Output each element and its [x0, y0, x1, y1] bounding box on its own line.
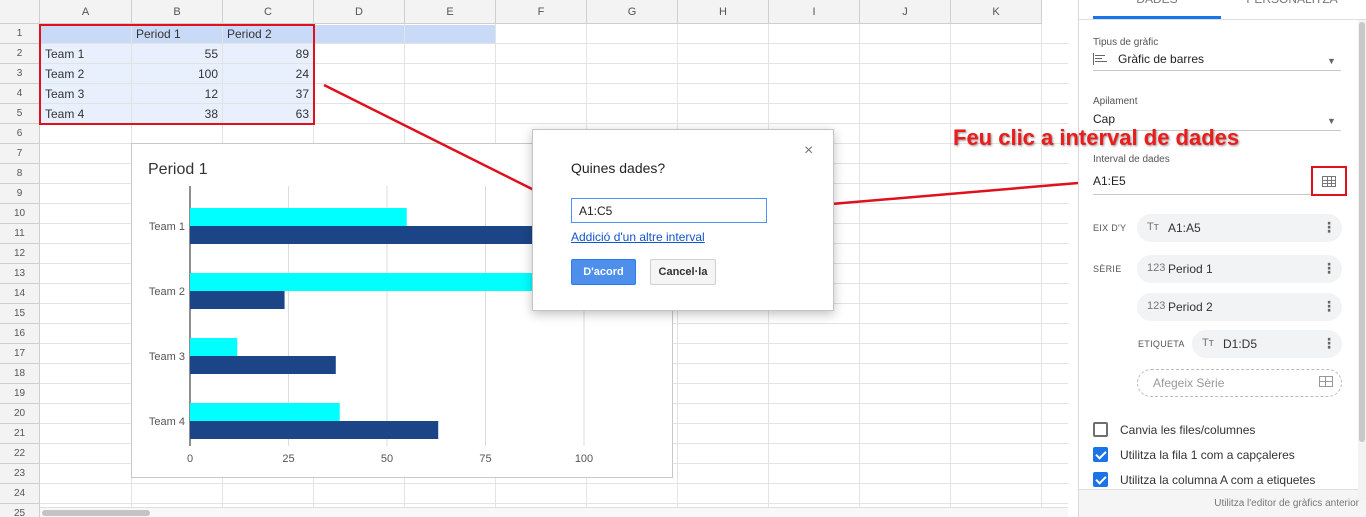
series-pill-2[interactable]: 123 Period 2 ⋮ [1137, 293, 1342, 321]
switch-rows-columns-checkbox[interactable] [1093, 422, 1108, 437]
panel-footer: Utilitza l'editor de gràfics anterior [1079, 489, 1366, 517]
use-row1-headers-label: Utilitza la fila 1 com a capçaleres [1120, 448, 1295, 462]
arrow-range-to-dialog [323, 83, 571, 209]
stacking-label: Apilament [1093, 96, 1138, 107]
switch-rows-columns-label: Canvia les files/columnes [1120, 423, 1256, 437]
series-2-value: Period 2 [1168, 300, 1213, 314]
bar-chart-icon [1093, 53, 1107, 65]
label-value: D1:D5 [1223, 337, 1258, 351]
more-options-icon[interactable]: ⋮ [1322, 219, 1336, 236]
label-pill[interactable]: Tт D1:D5 ⋮ [1192, 330, 1342, 358]
panel-scrollbar[interactable] [1358, 20, 1366, 500]
tab-customize[interactable]: PERSONALITZA [1227, 0, 1357, 18]
close-icon[interactable]: × [804, 142, 813, 160]
data-range-underline [1093, 194, 1341, 195]
chart-type-value[interactable]: Gràfic de barres [1118, 52, 1204, 66]
ok-button[interactable]: D'acord [571, 259, 636, 285]
y-axis-pill[interactable]: Tт A1:A5 ⋮ [1137, 214, 1342, 242]
more-options-icon[interactable]: ⋮ [1322, 335, 1336, 352]
data-range-label: Interval de dades [1093, 154, 1170, 165]
use-row1-headers-checkbox[interactable] [1093, 447, 1108, 462]
add-series-label: Afegeix Sèrie [1153, 376, 1225, 390]
use-col-a-labels-label: Utilitza la columna A com a etiquetes [1120, 473, 1316, 487]
label-label: ETIQUETA [1138, 339, 1185, 349]
tab-divider [1079, 19, 1366, 20]
text-type-icon: Tт [1147, 221, 1159, 233]
chart-type-label: Tipus de gràfic [1093, 37, 1159, 48]
range-input[interactable] [571, 198, 767, 223]
add-series-button[interactable]: Afegeix Sèrie [1137, 369, 1342, 397]
data-range-value[interactable]: A1:E5 [1093, 174, 1126, 188]
use-col-a-labels-checkbox[interactable] [1093, 472, 1108, 487]
series-pill-1[interactable]: 123 Period 1 ⋮ [1137, 255, 1342, 283]
y-axis-label: EIX D'Y [1093, 223, 1127, 233]
panel-scroll-thumb[interactable] [1359, 22, 1365, 442]
chevron-down-icon[interactable]: ▼ [1327, 56, 1336, 66]
add-range-link[interactable]: Addició d'un altre interval [571, 230, 705, 244]
stacking-value[interactable]: Cap [1093, 112, 1115, 126]
grid-select-icon [1319, 376, 1333, 387]
dialog-title: Quines dades? [571, 160, 666, 176]
y-axis-value: A1:A5 [1168, 221, 1201, 235]
chart-type-underline [1093, 70, 1341, 71]
instruction-annotation: Feu clic a interval de dades [953, 125, 1240, 150]
series-1-value: Period 1 [1168, 262, 1213, 276]
text-type-icon: Tт [1202, 337, 1214, 349]
number-type-icon: 123 [1147, 300, 1166, 312]
more-options-icon[interactable]: ⋮ [1322, 260, 1336, 277]
more-options-icon[interactable]: ⋮ [1322, 298, 1336, 315]
chevron-down-icon[interactable]: ▼ [1327, 116, 1336, 126]
legacy-editor-link[interactable]: Utilitza l'editor de gràfics anterior [1214, 498, 1359, 509]
number-type-icon: 123 [1147, 262, 1166, 274]
chart-editor-panel: DADES PERSONALITZA Tipus de gràfic Gràfi… [1078, 0, 1366, 517]
series-label: SÈRIE [1093, 264, 1122, 274]
data-range-dialog: Quines dades? × Addició d'un altre inter… [532, 129, 834, 311]
grid-select-icon[interactable] [1311, 166, 1347, 196]
cancel-button[interactable]: Cancel·la [650, 259, 716, 285]
